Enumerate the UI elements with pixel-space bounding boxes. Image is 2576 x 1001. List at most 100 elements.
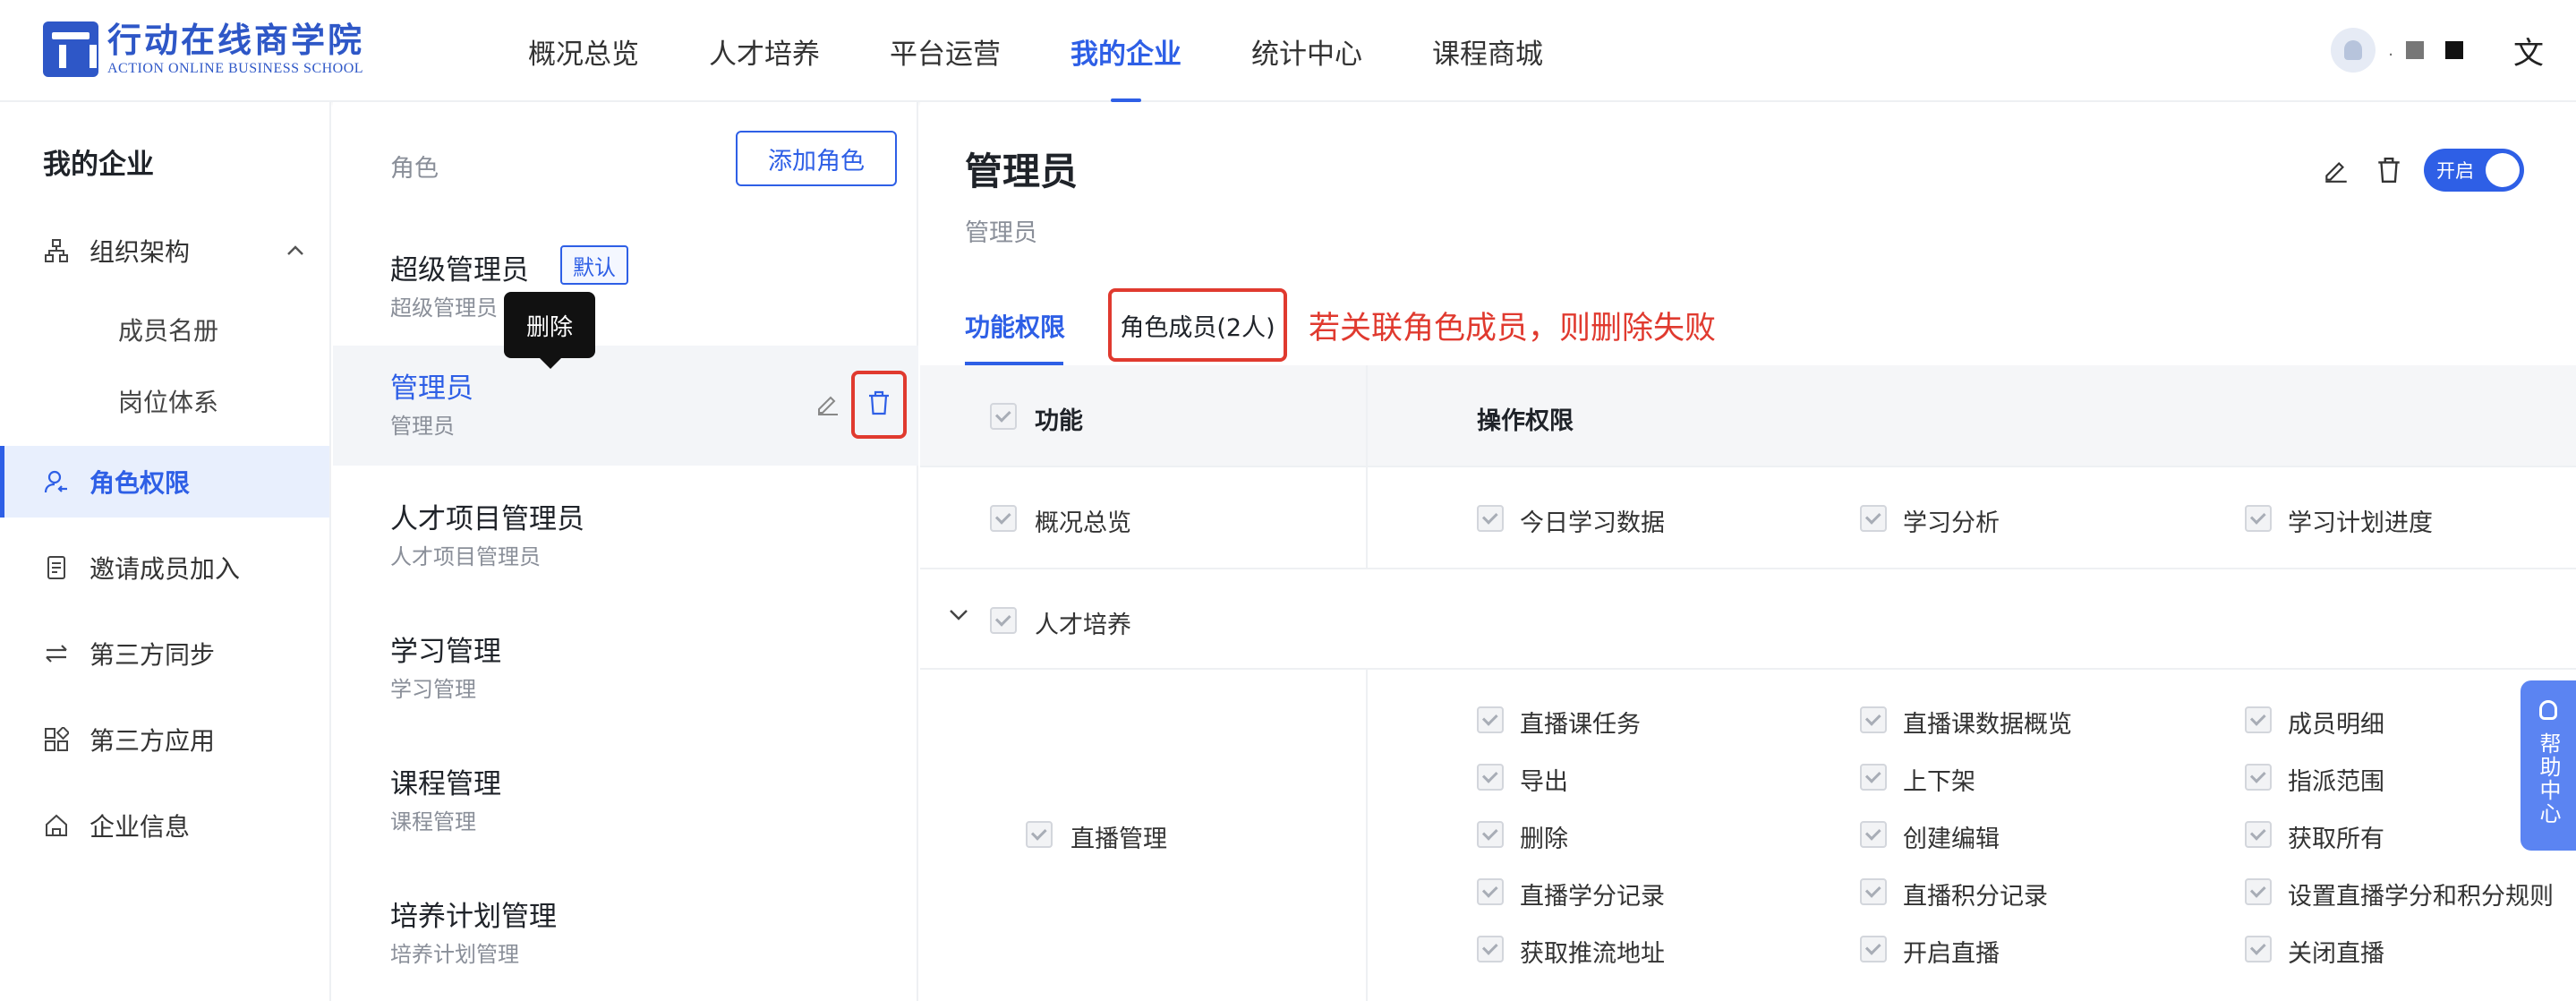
logo-mark-icon [43, 21, 98, 77]
add-role-button[interactable]: 添加角色 [736, 131, 897, 186]
sidebar-item-label: 邀请成员加入 [90, 554, 241, 584]
tab-role-members[interactable]: 角色成员(2人) [1108, 288, 1287, 362]
action-label: 成员明细 [2288, 711, 2384, 739]
edit-icon[interactable] [815, 390, 843, 419]
top-navigation-bar: 行动在线商学院 ACTION ONLINE BUSINESS SCHOOL 概况… [0, 0, 2576, 102]
checkbox[interactable] [1860, 706, 1887, 733]
checkbox[interactable] [1860, 878, 1887, 905]
role-list-panel: 角色 添加角色 超级管理员 默认 超级管理员 管理员 管理员 人才项目管理员 人… [333, 102, 918, 1001]
checkbox[interactable] [1477, 878, 1504, 905]
action-label: 删除 [1520, 826, 1568, 853]
logo-name-cn: 行动在线商学院 [107, 21, 365, 60]
checkbox[interactable] [2245, 505, 2272, 532]
role-name: 人才项目管理员 [390, 503, 584, 535]
translate-icon[interactable]: 文 [2513, 29, 2544, 73]
action-label: 获取所有 [2288, 826, 2384, 853]
select-all-checkbox[interactable] [990, 403, 1017, 430]
sidebar-item-role-permissions[interactable]: 角色权限 [0, 446, 329, 518]
action-label: 设置直播学分和积分规则 [2288, 883, 2554, 911]
checkbox[interactable] [2245, 936, 2272, 962]
checkbox[interactable] [1477, 764, 1504, 791]
page-title: 管理员 [965, 150, 1079, 193]
checkbox[interactable] [1026, 821, 1053, 848]
sidebar-item-third-party-sync[interactable]: 第三方同步 [0, 618, 329, 689]
enable-toggle[interactable]: 开启 [2424, 149, 2524, 192]
edit-icon[interactable] [2322, 156, 2352, 186]
role-item-course-management[interactable]: 课程管理 课程管理 [333, 741, 918, 861]
sidebar-item-org-structure[interactable]: 组织架构 [0, 215, 329, 287]
action-label: 直播课数据概览 [1903, 711, 2072, 739]
sidebar-item-label: 角色权限 [90, 468, 191, 498]
nav-item-my-enterprise[interactable]: 我的企业 [1070, 0, 1181, 102]
user-area: . 文 [2331, 25, 2544, 75]
chevron-down-icon[interactable] [949, 603, 968, 626]
sidebar: 我的企业 组织架构 成员名册 岗位体系 角色权限 邀请成员加入 第三方同步 第三… [0, 102, 331, 1001]
sidebar-item-position-system[interactable]: 岗位体系 [0, 365, 329, 437]
function-name: 人才培养 [1035, 612, 1131, 639]
column-divider [1366, 670, 1368, 1001]
chevron-up-icon[interactable] [286, 240, 304, 262]
sidebar-item-label: 岗位体系 [118, 388, 219, 417]
column-header-function: 功能 [1035, 407, 1083, 435]
sidebar-item-enterprise-info[interactable]: 企业信息 [0, 790, 329, 861]
action-label: 今日学习数据 [1520, 509, 1665, 537]
role-desc: 人才项目管理员 [390, 544, 541, 569]
toggle-label: 开启 [2436, 160, 2474, 182]
action-label: 开启直播 [1903, 940, 2000, 968]
help-center-label: 帮助中心 [2536, 732, 2561, 826]
nav-item-statistics[interactable]: 统计中心 [1251, 0, 1362, 102]
nav-item-operations[interactable]: 平台运营 [890, 0, 1001, 102]
trash-icon[interactable] [2376, 156, 2406, 186]
avatar[interactable] [2331, 28, 2376, 73]
checkbox[interactable] [2245, 764, 2272, 791]
sidebar-item-member-roster[interactable]: 成员名册 [0, 294, 329, 365]
nav-item-course-mall[interactable]: 课程商城 [1432, 0, 1543, 102]
column-header-actions: 操作权限 [1477, 407, 1574, 435]
sidebar-item-third-party-apps[interactable]: 第三方应用 [0, 704, 329, 775]
role-name: 管理员 [390, 372, 473, 405]
role-list-header: 角色 [390, 155, 439, 183]
action-label: 获取推流地址 [1520, 940, 1665, 968]
function-name: 直播管理 [1070, 826, 1167, 853]
role-desc: 课程管理 [390, 809, 476, 834]
column-divider [1366, 365, 1368, 569]
checkbox[interactable] [1477, 936, 1504, 962]
apps-icon [43, 726, 70, 753]
user-permission-icon [43, 468, 70, 495]
checkbox[interactable] [1860, 821, 1887, 848]
role-item-learning-management[interactable]: 学习管理 学习管理 [333, 609, 918, 729]
table-row: 概况总览 今日学习数据 学习分析 学习计划进度 [920, 467, 2576, 569]
sidebar-item-invite-members[interactable]: 邀请成员加入 [0, 532, 329, 603]
checkbox[interactable] [1477, 706, 1504, 733]
checkbox[interactable] [1860, 936, 1887, 962]
action-label: 指派范围 [2288, 768, 2384, 796]
trash-icon [866, 389, 891, 420]
user-name[interactable]: . [2388, 41, 2393, 60]
nav-item-talent[interactable]: 人才培养 [709, 0, 820, 102]
checkbox[interactable] [2245, 878, 2272, 905]
role-item-training-plan-management[interactable]: 培养计划管理 培养计划管理 [333, 874, 918, 994]
brand-logo[interactable]: 行动在线商学院 ACTION ONLINE BUSINESS SCHOOL [43, 20, 364, 79]
role-desc: 超级管理员 [390, 295, 498, 321]
role-item-admin[interactable]: 管理员 管理员 [333, 346, 918, 466]
nav-item-overview[interactable]: 概况总览 [528, 0, 639, 102]
checkbox[interactable] [990, 607, 1017, 634]
role-name: 学习管理 [390, 636, 501, 668]
sidebar-item-label: 第三方同步 [90, 640, 216, 670]
delete-role-button[interactable] [851, 371, 907, 439]
checkbox[interactable] [2245, 706, 2272, 733]
checkbox[interactable] [1860, 764, 1887, 791]
action-label: 直播积分记录 [1903, 883, 2048, 911]
role-item-talent-project-admin[interactable]: 人才项目管理员 人才项目管理员 [333, 476, 918, 596]
action-label: 上下架 [1903, 768, 1975, 796]
checkbox[interactable] [2245, 821, 2272, 848]
role-item-super-admin[interactable]: 超级管理员 默认 超级管理员 [333, 227, 918, 347]
checkbox[interactable] [1477, 505, 1504, 532]
help-center-button[interactable]: 帮助中心 [2521, 680, 2576, 851]
function-name: 概况总览 [1035, 509, 1131, 537]
toggle-knob [2486, 153, 2520, 187]
checkbox[interactable] [1477, 821, 1504, 848]
checkbox[interactable] [990, 505, 1017, 532]
checkbox[interactable] [1860, 505, 1887, 532]
tab-function-permissions[interactable]: 功能权限 [965, 308, 1065, 344]
